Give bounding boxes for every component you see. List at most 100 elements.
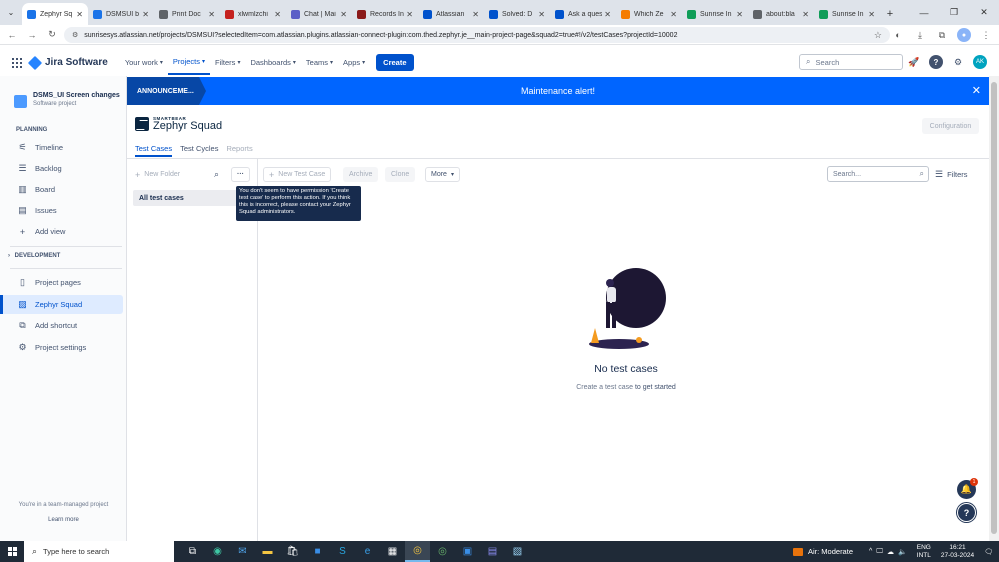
skype-icon[interactable]: S	[330, 541, 355, 562]
tab-close-icon[interactable]: ✕	[340, 10, 347, 19]
new-tab-button[interactable]: +	[880, 3, 900, 25]
store-icon[interactable]: 🛍	[280, 541, 305, 562]
profile-avatar-chrome[interactable]: ●	[957, 28, 971, 42]
tab-close-icon[interactable]: ✕	[736, 10, 743, 19]
tab-close-icon[interactable]: ✕	[76, 10, 83, 19]
minimize-icon[interactable]: —	[909, 0, 939, 25]
browser-tab[interactable]: Solved: D ✕	[484, 3, 550, 25]
mail-icon[interactable]: ✉	[230, 541, 255, 562]
volume-icon[interactable]: 🔈	[898, 548, 907, 556]
reload-icon[interactable]: ↻	[42, 29, 62, 40]
top-menu-projects[interactable]: Projects ▾	[167, 50, 211, 75]
top-menu-dashboards[interactable]: Dashboards ▾	[245, 50, 300, 75]
ie-icon[interactable]: e	[355, 541, 380, 562]
new-test-case-button[interactable]: + New Test Case	[263, 167, 332, 182]
tab-close-icon[interactable]: ✕	[802, 10, 809, 19]
learn-more-link[interactable]: Learn more	[0, 517, 127, 523]
edge-icon[interactable]: ◉	[205, 541, 230, 562]
sidebar-item-issues[interactable]: ▤ Issues	[0, 201, 123, 220]
bookmark-star-icon[interactable]: ☆	[874, 30, 882, 41]
sidebar-item-add-shortcut[interactable]: ⧉ Add shortcut	[0, 316, 123, 335]
browser-tab[interactable]: Sunrise In ✕	[682, 3, 748, 25]
forward-icon[interactable]: →	[22, 30, 42, 40]
clone-button[interactable]: Clone	[385, 167, 416, 182]
tab-close-icon[interactable]: ✕	[208, 10, 215, 19]
tab-close-icon[interactable]: ✕	[472, 10, 479, 19]
browser-tab[interactable]: DSMSUI b ✕	[88, 3, 154, 25]
language-indicator[interactable]: ENG INTL	[917, 544, 931, 560]
folder-search-icon[interactable]: ⌕	[214, 167, 219, 182]
tab-close-icon[interactable]: ✕	[274, 10, 281, 19]
top-menu-filters[interactable]: Filters ▾	[210, 50, 245, 75]
close-banner-icon[interactable]: ✕	[972, 84, 981, 97]
more-dropdown[interactable]: More ▾	[425, 167, 460, 182]
back-icon[interactable]: ←	[2, 30, 22, 40]
tab-close-icon[interactable]: ✕	[142, 10, 149, 19]
tab-close-icon[interactable]: ✕	[604, 10, 611, 19]
taskbar-search-input[interactable]: ⌕ Type here to search	[24, 541, 174, 562]
weather-widget[interactable]: Air: Moderate	[792, 547, 853, 556]
chevron-up-icon[interactable]: ^	[869, 548, 872, 555]
browser-tab[interactable]: Chat | Mai ✕	[286, 3, 352, 25]
browser-tab[interactable]: Print Doc ✕	[154, 3, 220, 25]
tab-reports[interactable]: Reports	[226, 144, 252, 157]
tab-search-icon[interactable]: ⌄	[0, 0, 22, 25]
help-icon[interactable]: ?	[929, 55, 943, 69]
tab-close-icon[interactable]: ✕	[868, 10, 875, 19]
teams-icon[interactable]: ▤	[480, 541, 505, 562]
tab-close-icon[interactable]: ✕	[538, 10, 545, 19]
network-icon[interactable]: 🖵	[876, 548, 883, 556]
site-info-icon[interactable]: ⚙	[72, 31, 78, 39]
clock[interactable]: 16:21 27-03-2024	[941, 544, 974, 560]
restore-icon[interactable]: ❐	[939, 0, 969, 25]
calculator-icon[interactable]: ▦	[380, 541, 405, 562]
help-fab[interactable]: ?	[957, 503, 976, 522]
sidebar-item-project-pages[interactable]: ▯ Project pages	[0, 273, 123, 292]
test-case-search-input[interactable]: Search... ⌕	[827, 166, 929, 182]
browser-tab[interactable]: Sunrise In ✕	[814, 3, 880, 25]
announcement-tag[interactable]: ANNOUNCEME...	[127, 77, 206, 105]
onedrive-icon[interactable]: ☁	[887, 548, 894, 556]
tab-close-icon[interactable]: ✕	[406, 10, 413, 19]
tab-close-icon[interactable]: ✕	[670, 10, 677, 19]
tab-test-cases[interactable]: Test Cases	[135, 144, 173, 157]
jira-search-input[interactable]: ⌕ Search	[799, 54, 903, 70]
browser-tab[interactable]: about:bla ✕	[748, 3, 814, 25]
browser-tab[interactable]: Records In ✕	[352, 3, 418, 25]
development-heading[interactable]: › DEVELOPMENT	[8, 253, 60, 259]
sidebar-item-project-settings[interactable]: ⚙ Project settings	[0, 338, 123, 357]
menu-kebab-icon[interactable]: ⋮	[979, 28, 993, 42]
filters-button[interactable]: ☰ Filters	[935, 166, 968, 182]
chrome-alt-icon[interactable]: ◎	[430, 541, 455, 562]
configuration-button[interactable]: Configuration	[922, 118, 979, 134]
task-view-icon[interactable]: ⧉	[180, 541, 205, 562]
new-folder-button[interactable]: + New Folder	[135, 167, 180, 182]
browser-tab[interactable]: Ask a ques ✕	[550, 3, 616, 25]
outlook-app-icon[interactable]: ▣	[455, 541, 480, 562]
sidebar-item-backlog[interactable]: ☰ Backlog	[0, 159, 123, 178]
sidebar-item-timeline[interactable]: ⚟ Timeline	[0, 138, 123, 157]
notifications-fab[interactable]: 🔔 1	[957, 478, 978, 499]
sidebar-item-zephyr-squad[interactable]: ▨ Zephyr Squad	[0, 294, 123, 314]
close-window-icon[interactable]: ✕	[969, 0, 999, 25]
windows-start-icon[interactable]	[0, 547, 24, 556]
jira-logo[interactable]: Jira Software	[27, 55, 108, 70]
create-button[interactable]: Create	[376, 54, 414, 71]
user-avatar[interactable]: AK	[973, 55, 987, 69]
outlook-icon[interactable]: ■	[305, 541, 330, 562]
address-bar[interactable]: ⚙ sunrisesys.atlassian.net/projects/DSMS…	[64, 27, 890, 43]
scrollbar-thumb[interactable]	[991, 82, 997, 534]
top-menu-apps[interactable]: Apps ▾	[338, 50, 370, 75]
archive-button[interactable]: Archive	[343, 167, 379, 182]
create-test-case-link[interactable]: Create a test case	[576, 384, 633, 391]
notepad-icon[interactable]: ▧	[505, 541, 530, 562]
file-explorer-icon[interactable]: ▬	[255, 541, 280, 562]
browser-tab[interactable]: xlwmlzchi ✕	[220, 3, 286, 25]
puzzle-icon[interactable]: ⧉	[935, 28, 949, 42]
top-menu-your-work[interactable]: Your work ▾	[120, 50, 168, 75]
tab-test-cycles[interactable]: Test Cycles	[180, 144, 218, 157]
extension-icon[interactable]: ◐	[891, 28, 905, 42]
notification-center-icon[interactable]: 🗨	[984, 548, 993, 556]
sidebar-item-add-view[interactable]: + Add view	[0, 222, 123, 241]
project-header[interactable]: DSMS_UI Screen changes Software project	[14, 92, 120, 108]
